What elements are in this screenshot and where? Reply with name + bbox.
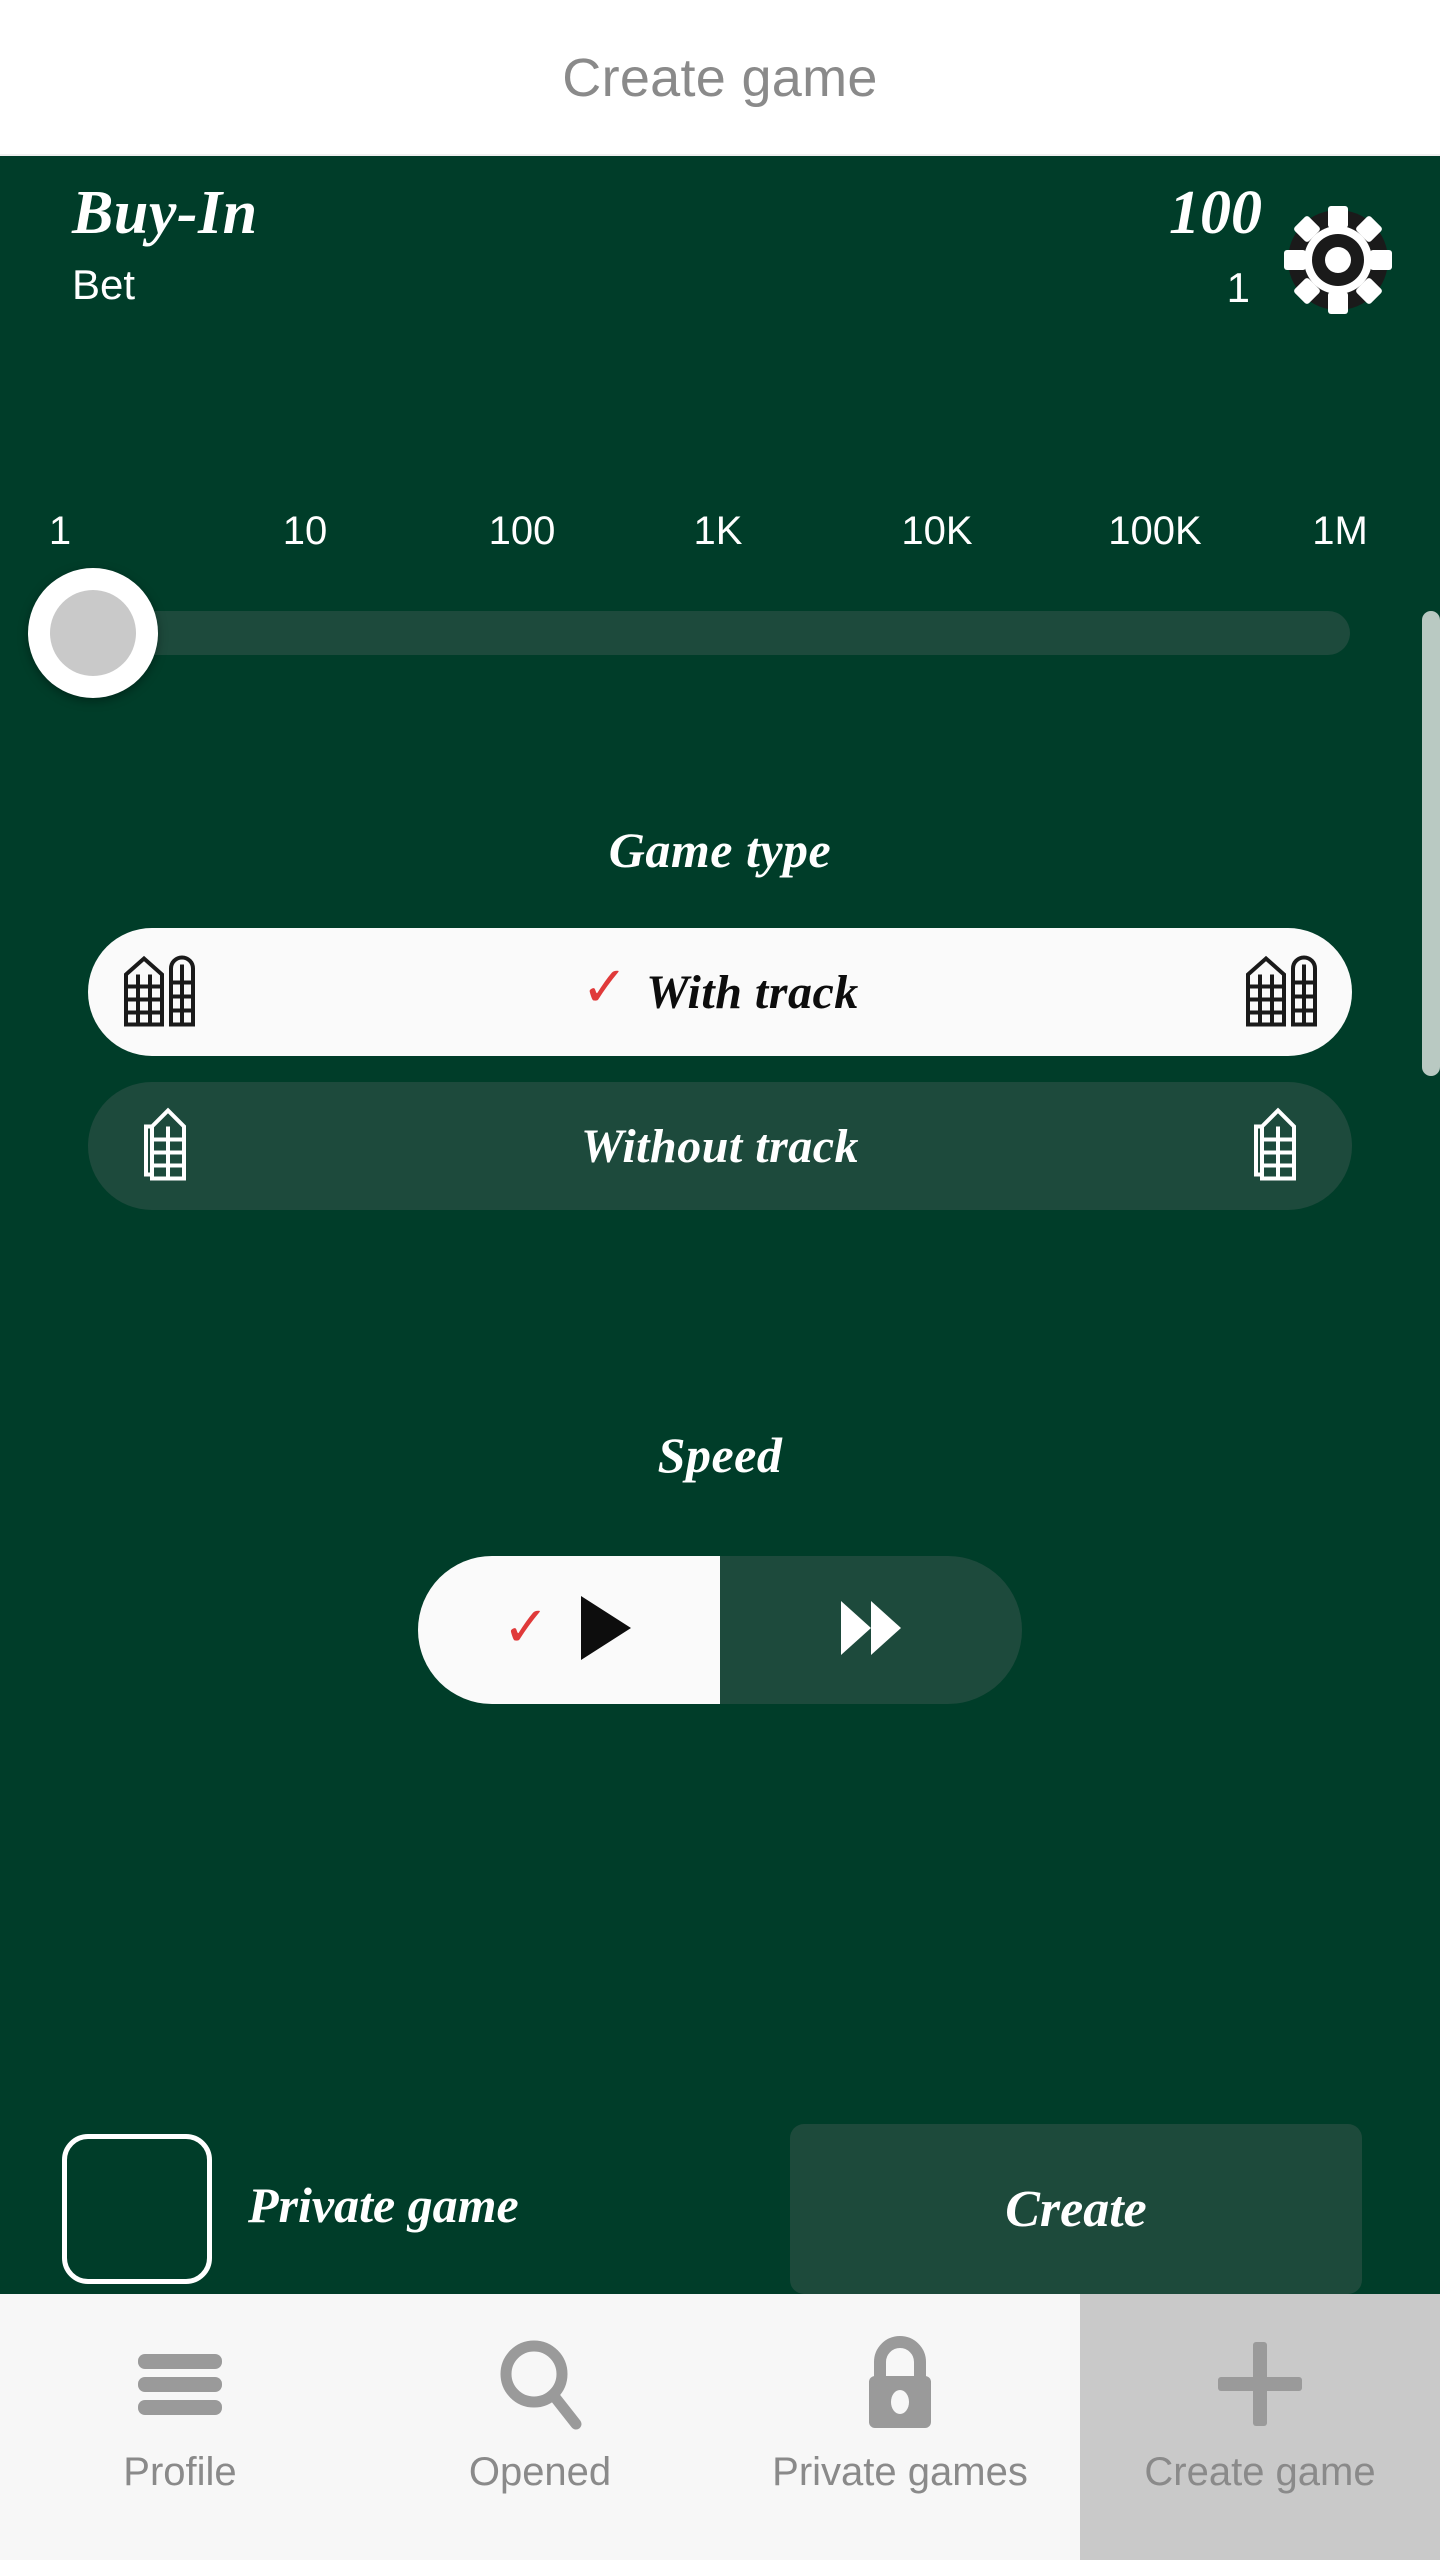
slider-thumb-inner xyxy=(50,590,136,676)
nav-item-private-games[interactable]: Private games xyxy=(720,2294,1080,2560)
slider-thumb[interactable] xyxy=(28,568,158,698)
nard-double-column-icon xyxy=(116,947,202,1038)
slider-tick-3: 1K xyxy=(693,509,743,553)
slider-tick-labels: 1 10 100 1K 10K 100K 1M xyxy=(0,509,1440,569)
slider-tick-4: 10K xyxy=(901,509,973,553)
slider-tick-2: 100 xyxy=(488,509,556,553)
vertical-scrollbar-thumb[interactable] xyxy=(1422,611,1440,1076)
speed-normal-check-icon: ✓ xyxy=(502,1597,550,1659)
game-type-option-with-track[interactable]: ✓ With track xyxy=(88,928,1352,1056)
bottom-navigation: Profile Opened Private games Create game xyxy=(0,2294,1440,2560)
chip-count: 1 xyxy=(1226,264,1250,311)
slider-tick-1: 10 xyxy=(282,509,328,553)
plus-icon xyxy=(1212,2332,1308,2436)
buy-in-amount: 100 xyxy=(1169,179,1262,247)
speed-option-fast[interactable] xyxy=(720,1556,1022,1704)
game-type-option-without-track[interactable]: Without track xyxy=(88,1082,1352,1210)
page-title: Create game xyxy=(562,47,878,108)
game-type-label-with-track: With track xyxy=(646,965,859,1019)
create-button[interactable]: Create xyxy=(790,2124,1362,2294)
speed-toggle[interactable]: ✓ xyxy=(418,1556,1022,1704)
nav-label-opened: Opened xyxy=(468,2450,612,2494)
nav-item-create-game[interactable]: Create game xyxy=(1080,2294,1440,2560)
nard-double-column-icon-right xyxy=(1238,947,1324,1038)
nard-single-column-icon-right xyxy=(1240,1101,1310,1192)
with-track-check-icon: ✓ xyxy=(581,957,629,1019)
poker-chip-icon[interactable] xyxy=(1284,206,1392,314)
private-game-label: Private game xyxy=(248,2177,519,2233)
lock-icon xyxy=(857,2332,943,2436)
slider-tick-0: 1 xyxy=(48,509,72,553)
play-icon xyxy=(573,1592,635,1669)
slider-tick-6: 1M xyxy=(1312,509,1368,553)
slider-tick-5: 100K xyxy=(1108,509,1202,553)
nav-label-private-games: Private games xyxy=(772,2450,1028,2494)
buy-in-title: Buy-In xyxy=(72,179,258,247)
create-button-label: Create xyxy=(1005,2180,1147,2238)
search-icon xyxy=(492,2332,588,2436)
game-type-label-without-track: Without track xyxy=(580,1119,860,1173)
bet-label: Bet xyxy=(72,261,136,308)
speed-title: Speed xyxy=(657,1427,783,1483)
buy-in-section: Buy-In Bet 100 1 xyxy=(0,156,1440,336)
nav-label-create-game: Create game xyxy=(1144,2450,1376,2494)
private-game-checkbox[interactable] xyxy=(62,2134,212,2284)
nard-single-column-icon xyxy=(130,1101,200,1192)
create-game-screen: Buy-In Bet 100 1 1 10 100 1K 10K 100K 1M… xyxy=(0,156,1440,2294)
page-header: Create game xyxy=(0,0,1440,155)
fast-forward-icon xyxy=(835,1597,907,1664)
nav-label-profile: Profile xyxy=(123,2450,237,2494)
nav-item-profile[interactable]: Profile xyxy=(0,2294,360,2560)
slider-track[interactable] xyxy=(55,611,1350,655)
game-type-title: Game type xyxy=(608,822,832,878)
nav-item-opened[interactable]: Opened xyxy=(360,2294,720,2560)
hamburger-icon xyxy=(132,2332,228,2436)
speed-option-normal[interactable]: ✓ xyxy=(418,1556,720,1704)
